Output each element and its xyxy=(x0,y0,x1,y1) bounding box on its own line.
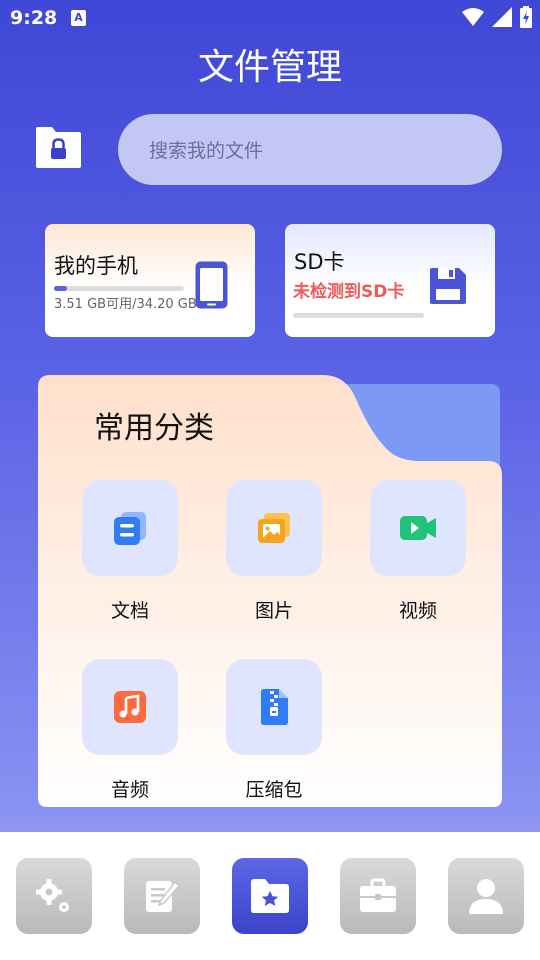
category-images[interactable]: 图片 xyxy=(226,480,322,623)
bottom-navigation xyxy=(0,832,540,960)
profile-icon xyxy=(469,879,503,914)
tab-settings[interactable] xyxy=(16,858,92,934)
notification-icon: A xyxy=(71,10,86,26)
phone-storage-bar-fill xyxy=(54,286,67,291)
signal-icon xyxy=(492,7,512,27)
tab-notes[interactable] xyxy=(124,858,200,934)
sd-card-status: 未检测到SD卡 xyxy=(293,282,405,302)
status-time: 9:28 xyxy=(10,7,58,29)
tab-toolbox[interactable] xyxy=(340,858,416,934)
files-icon xyxy=(251,879,289,913)
search-placeholder: 搜索我的文件 xyxy=(149,140,264,162)
category-videos[interactable]: 视频 xyxy=(370,480,466,623)
tab-profile[interactable] xyxy=(448,858,524,934)
category-archives[interactable]: 压缩包 xyxy=(226,659,322,802)
category-panel: 常用分类 文档 图片 视频 音频 压缩包 xyxy=(38,375,502,807)
category-videos-label: 视频 xyxy=(398,600,437,622)
search-input[interactable]: 搜索我的文件 xyxy=(118,114,502,185)
phone-storage-title: 我的手机 xyxy=(54,254,138,278)
sd-card-bar xyxy=(293,313,424,318)
battery-icon xyxy=(520,6,532,28)
category-archives-tile xyxy=(226,659,322,755)
floppy-disk-icon xyxy=(430,268,466,304)
phone-storage-usage: 3.51 GB可用/34.20 GB xyxy=(54,297,197,312)
phone-icon xyxy=(195,261,228,309)
category-title: 常用分类 xyxy=(94,411,214,446)
wifi-icon xyxy=(462,8,484,26)
category-documents-tile xyxy=(82,480,178,576)
category-archives-label: 压缩包 xyxy=(245,779,303,801)
sd-card-storage-card[interactable]: SD卡 未检测到SD卡 xyxy=(285,224,495,337)
audio-icon xyxy=(114,691,146,723)
tab-files[interactable] xyxy=(232,858,308,934)
category-images-tile xyxy=(226,480,322,576)
category-documents-label: 文档 xyxy=(110,600,149,622)
document-icon xyxy=(114,512,146,545)
status-icons xyxy=(462,6,532,28)
image-icon xyxy=(258,513,290,543)
page-title: 文件管理 xyxy=(197,47,342,88)
notes-icon xyxy=(146,880,181,912)
category-videos-tile xyxy=(370,480,466,576)
settings-icon xyxy=(36,879,69,912)
lock-folder-icon xyxy=(36,127,81,168)
sd-card-title: SD卡 xyxy=(294,250,345,274)
category-audio-label: 音频 xyxy=(110,779,149,801)
category-images-label: 图片 xyxy=(254,600,293,622)
video-icon xyxy=(400,516,436,540)
private-folder-button[interactable] xyxy=(35,126,82,169)
phone-storage-bar xyxy=(54,286,184,291)
category-audio-tile xyxy=(82,659,178,755)
category-documents[interactable]: 文档 xyxy=(82,480,178,623)
phone-storage-card[interactable]: 我的手机 3.51 GB可用/34.20 GB xyxy=(45,224,255,337)
status-bar: 9:28 A xyxy=(0,0,540,38)
category-audio[interactable]: 音频 xyxy=(82,659,178,802)
archive-icon xyxy=(261,689,288,725)
toolbox-icon xyxy=(360,878,396,912)
